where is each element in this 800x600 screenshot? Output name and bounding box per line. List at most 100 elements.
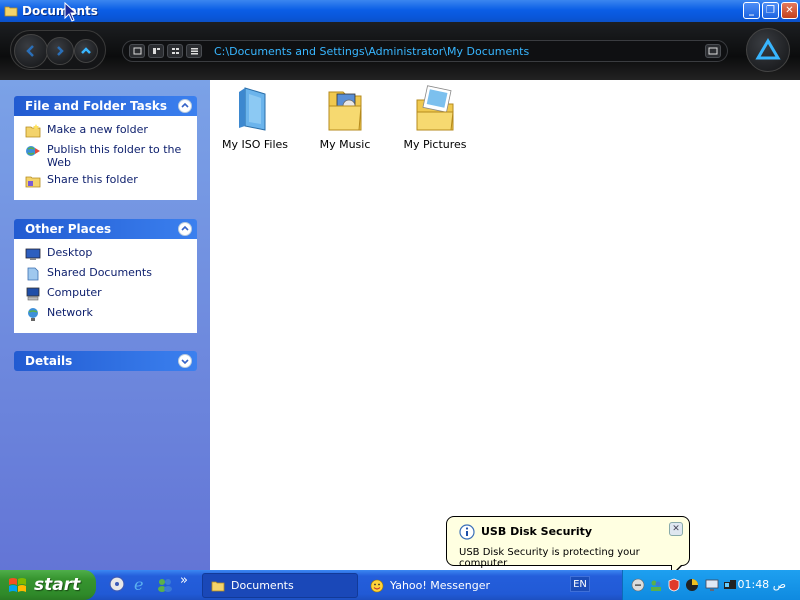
folder-label: My Music (319, 138, 371, 151)
place-desktop[interactable]: Desktop (25, 246, 190, 262)
share-folder-icon (25, 176, 41, 188)
folder-item[interactable]: My ISO Files (210, 84, 300, 151)
close-button[interactable]: ✕ (781, 2, 798, 19)
address-path[interactable]: C:\Documents and Settings\Administrator\… (214, 45, 529, 58)
eject-button[interactable] (746, 28, 790, 72)
collapse-icon[interactable] (178, 222, 192, 236)
window-titlebar[interactable]: Documents _ ❐ ✕ (0, 0, 800, 22)
icons-view-icon (171, 48, 179, 54)
tray-display-icon[interactable] (705, 578, 719, 592)
tray-messenger-icon[interactable] (649, 578, 663, 592)
music-folder-icon (328, 91, 362, 131)
messenger-icon[interactable] (156, 575, 174, 593)
tray-network-icon[interactable] (723, 578, 737, 592)
place-label: Network (47, 306, 93, 319)
system-tray: 01:48 ص (622, 570, 800, 600)
folder-item[interactable]: My Pictures (390, 84, 480, 151)
place-label: Desktop (47, 246, 93, 259)
go-button[interactable] (705, 44, 721, 58)
pictures-folder-icon (416, 85, 454, 131)
other-places-header[interactable]: Other Places (14, 219, 197, 239)
network-icon (28, 308, 38, 321)
new-folder-icon (25, 124, 41, 138)
folder-icon (211, 581, 225, 591)
taskbar-button-label: Yahoo! Messenger (390, 579, 491, 592)
place-network[interactable]: Network (25, 306, 190, 322)
iso-folder-icon (239, 87, 266, 131)
task-publish-folder[interactable]: Publish this folder to the Web (25, 143, 190, 169)
folder-icon (4, 6, 18, 17)
task-pane: File and Folder Tasks Make a new folder … (0, 80, 210, 570)
icons-view-button[interactable] (167, 44, 183, 58)
shared-documents-icon (27, 267, 39, 281)
expand-icon[interactable] (178, 354, 192, 368)
task-label: Publish this folder to the Web (47, 143, 182, 169)
yahoo-smiley-icon (370, 579, 384, 592)
collapse-icon[interactable] (178, 99, 192, 113)
balloon-title: USB Disk Security (481, 525, 593, 538)
details-panel: Details (14, 351, 197, 371)
window-title: Documents (22, 4, 98, 18)
place-shared-documents[interactable]: Shared Documents (25, 266, 190, 282)
tray-antivirus-icon[interactable] (685, 578, 699, 592)
address-bar[interactable]: C:\Documents and Settings\Administrator\… (122, 40, 728, 62)
svg-text:e: e (134, 575, 143, 593)
taskbar: start e » Documents Yahoo! Messenger EN … (0, 570, 800, 600)
thumbnails-view-icon (133, 47, 141, 55)
details-header[interactable]: Details (14, 351, 197, 371)
publish-web-icon (26, 146, 40, 156)
up-button[interactable] (74, 39, 98, 63)
balloon-message: USB Disk Security is protecting your com… (459, 547, 640, 569)
go-icon (708, 47, 718, 55)
tiles-view-icon (152, 48, 160, 54)
list-view-icon (190, 48, 198, 55)
panel-title: Other Places (25, 222, 112, 236)
place-label: Computer (47, 286, 102, 299)
computer-icon (26, 287, 40, 301)
start-button[interactable]: start (0, 570, 96, 600)
language-indicator[interactable]: EN (570, 576, 590, 592)
folder-item[interactable]: My Music (300, 84, 390, 151)
panel-title: Details (25, 354, 73, 368)
internet-explorer-icon[interactable]: e (132, 575, 150, 593)
triangle-logo-icon (755, 38, 781, 60)
back-arrow-icon (26, 45, 34, 57)
balloon-close-button[interactable]: ✕ (669, 522, 683, 536)
folder-label: My Pictures (403, 138, 467, 151)
quicklaunch-overflow[interactable]: » (180, 573, 188, 588)
forward-button[interactable] (46, 37, 74, 65)
task-share-folder[interactable]: Share this folder (25, 173, 190, 189)
windows-logo-icon (9, 578, 26, 592)
forward-arrow-icon (57, 46, 64, 56)
folder-label: My ISO Files (221, 138, 289, 151)
panel-title: File and Folder Tasks (25, 99, 168, 113)
thumbnails-view-button[interactable] (129, 44, 145, 58)
maximize-button[interactable]: ❐ (762, 2, 779, 19)
place-computer[interactable]: Computer (25, 286, 190, 302)
list-view-button[interactable] (186, 44, 202, 58)
tiles-view-button[interactable] (148, 44, 164, 58)
tray-smiley-icon[interactable] (631, 578, 645, 592)
task-label: Share this folder (47, 173, 138, 186)
up-arrow-icon (81, 47, 91, 54)
start-label: start (34, 575, 81, 595)
back-button[interactable] (14, 34, 48, 68)
place-label: Shared Documents (47, 266, 152, 279)
task-label: Make a new folder (47, 123, 148, 136)
taskbar-button-yahoo-messenger[interactable]: Yahoo! Messenger (362, 573, 518, 598)
taskbar-button-documents[interactable]: Documents (202, 573, 358, 598)
file-folder-tasks-panel: File and Folder Tasks Make a new folder … (14, 96, 197, 200)
tray-usb-security-icon[interactable] (667, 578, 681, 592)
media-player-icon[interactable] (108, 575, 126, 593)
file-folder-tasks-header[interactable]: File and Folder Tasks (14, 96, 197, 116)
file-view[interactable]: My ISO Files My Music My Pictures (210, 80, 800, 570)
other-places-panel: Other Places Desktop Shared Documents Co… (14, 219, 197, 333)
mouse-cursor-icon (64, 2, 78, 22)
info-icon (459, 524, 475, 540)
notification-balloon[interactable]: USB Disk Security USB Disk Security is p… (446, 516, 690, 577)
task-make-new-folder[interactable]: Make a new folder (25, 123, 190, 139)
clock[interactable]: 01:48 ص (737, 578, 786, 591)
minimize-button[interactable]: _ (743, 2, 760, 19)
desktop-icon (25, 248, 41, 260)
taskbar-button-label: Documents (231, 579, 294, 592)
